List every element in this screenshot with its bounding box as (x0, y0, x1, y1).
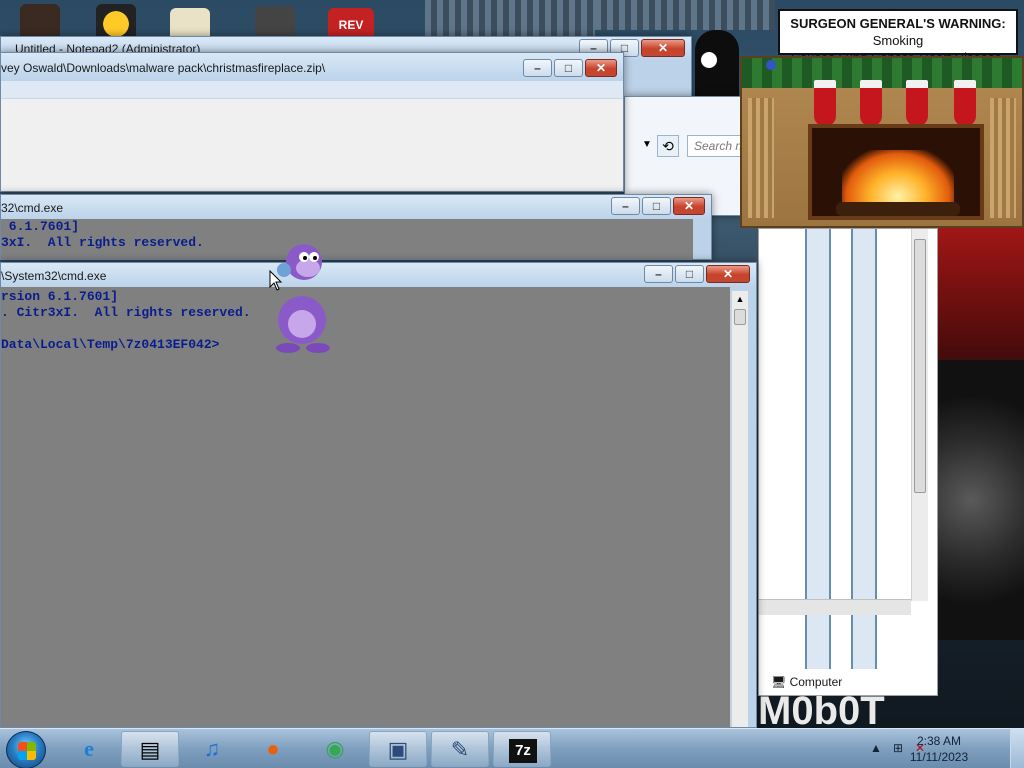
notepad-icon: ✎ (450, 737, 470, 762)
cmd-title: \System32\cmd.exe (1, 269, 107, 283)
penguin-figure (695, 30, 739, 100)
cmd-back-maximize-button[interactable]: □ (642, 197, 671, 215)
bonzi-muzzle (296, 259, 320, 277)
ornament-icon (766, 60, 776, 70)
tree-scrollbar[interactable] (911, 229, 928, 601)
cmd-line: rsion 6.1.7601] (1, 289, 119, 304)
clock-time: 2:38 AM (916, 734, 962, 748)
dropdown-arrow-icon[interactable]: ▼ (639, 135, 655, 155)
firefox-icon: ● (266, 736, 280, 761)
bonzi-belly (288, 310, 316, 338)
cmd-close-button[interactable]: ✕ (706, 265, 750, 283)
taskbar-chrome[interactable]: ◉ (306, 731, 364, 767)
show-desktop-button[interactable] (1010, 729, 1024, 768)
cmd-window-controls: – □ ✕ (644, 265, 750, 283)
stocking-icon (814, 80, 836, 126)
scroll-up-icon[interactable]: ▲ (732, 291, 748, 307)
taskbar-winrar[interactable]: ▤ (121, 731, 179, 767)
taskbar-7zip[interactable]: 7z (493, 731, 551, 767)
cmd-line (1, 321, 730, 337)
taskbar-internet-explorer[interactable]: e (60, 731, 118, 767)
explorer-window[interactable]: vey Oswald\Downloads\malware pack\christ… (0, 52, 624, 192)
cmd-back-close-button[interactable]: ✕ (673, 197, 705, 215)
start-button[interactable] (6, 731, 46, 768)
taskbar-notepad[interactable]: ✎ (431, 731, 489, 767)
fireplace-column (748, 98, 774, 218)
clock[interactable]: 2:38 AM 11/11/2023 (904, 733, 974, 765)
computer-label: Computer (789, 675, 843, 689)
cmd-maximize-button[interactable]: □ (675, 265, 704, 283)
speaker-image (936, 360, 1024, 640)
cmd-titlebar[interactable]: \System32\cmd.exe – □ ✕ (1, 263, 756, 287)
search-input[interactable]: Search n (687, 135, 747, 157)
fire-logs (836, 202, 960, 216)
bottom-right-text: M0b0T (758, 694, 885, 728)
christmas-fireplace-window[interactable] (740, 56, 1024, 228)
surgeon-general-warning: SURGEON GENERAL'S WARNING: Smoking Cause… (778, 9, 1018, 65)
cmd-back-line: 6.1.7601] (1, 219, 80, 234)
notepad-close-button[interactable]: ✕ (641, 39, 685, 57)
explorer-toolbar (1, 81, 623, 99)
cmd-back-line: 3xI. All rights reserved. (1, 235, 204, 250)
show-hidden-icons-icon[interactable]: ▲ (868, 741, 884, 757)
bonzi-pupil (313, 256, 317, 260)
folder-tree-panel[interactable]: 🖥 Computer (758, 228, 938, 696)
windows-logo-lower (18, 751, 36, 760)
warning-rest: Smoking (872, 33, 924, 48)
chrome-icon: ◉ (325, 736, 345, 761)
garland (742, 58, 1022, 88)
itunes-icon: ♫ (203, 736, 221, 761)
explorer-titlebar[interactable]: vey Oswald\Downloads\malware pack\christ… (1, 53, 623, 81)
cmd-window-back[interactable]: 32\cmd.exe – □ ✕ 6.1.7601] 3xI. All righ… (0, 194, 712, 260)
clock-date: 11/11/2023 (909, 750, 969, 764)
fireplace-hearth (808, 124, 984, 220)
stocking-icon (906, 80, 928, 126)
cmd-line: . Citr3xI. All rights reserved. (1, 305, 251, 320)
warning-line-1: SURGEON GENERAL'S WARNING: Smoking (780, 15, 1016, 49)
explorer-minimize-button[interactable]: – (523, 59, 552, 77)
refresh-icon[interactable]: ⟲ (657, 135, 679, 157)
tree-hscrollbar[interactable] (759, 599, 911, 615)
cmd-back-console[interactable]: 6.1.7601] 3xI. All rights reserved. (1, 219, 693, 259)
bonzi-foot (306, 343, 330, 353)
explorer-window-controls: – □ ✕ (523, 59, 617, 77)
cmd-back-title: 32\cmd.exe (1, 201, 64, 215)
fireplace-column (990, 98, 1016, 218)
internet-explorer-icon: e (84, 736, 94, 761)
cmd-back-titlebar[interactable]: 32\cmd.exe – □ ✕ (1, 195, 711, 219)
mouse-cursor-icon (269, 270, 283, 291)
taskbar-notepad2-program[interactable]: ▣ (369, 731, 427, 767)
cmd-console[interactable]: rsion 6.1.7601] . Citr3xI. All rights re… (1, 287, 730, 727)
explorer-path: vey Oswald\Downloads\malware pack\christ… (1, 61, 326, 75)
cmd-back-window-controls: – □ ✕ (611, 197, 705, 215)
cmd-minimize-button[interactable]: – (644, 265, 673, 283)
stocking-icon (860, 80, 882, 126)
taskbar-itunes[interactable]: ♫ (183, 731, 241, 767)
bonzibuddy-character[interactable] (258, 240, 346, 354)
bonzi-foot (276, 343, 300, 353)
winrar-icon: ▤ (139, 737, 161, 762)
fire-flame (842, 150, 954, 208)
cmd-prompt-line: Data\Local\Temp\7z0413EF042> (1, 337, 220, 352)
tree-scrollbar-thumb[interactable] (914, 239, 926, 493)
taskbar: e ▤ ♫ ● ◉ ▣ ✎ 7z ▲ ⊞ ✕ 2:38 AM 11/11/202… (0, 728, 1024, 768)
cmd-scrollbar-thumb[interactable] (734, 309, 746, 325)
stocking-icon (954, 80, 976, 126)
cmd-back-minimize-button[interactable]: – (611, 197, 640, 215)
computer-tree-item[interactable]: 🖥 Computer (771, 675, 842, 689)
7zip-icon: 7z (509, 739, 537, 763)
explorer-close-button[interactable]: ✕ (585, 59, 617, 77)
program-icon: ▣ (387, 737, 409, 762)
cmd-window[interactable]: \System32\cmd.exe – □ ✕ rsion 6.1.7601] … (0, 262, 757, 728)
warning-bold: SURGEON GENERAL'S WARNING: (790, 16, 1006, 31)
explorer-maximize-button[interactable]: □ (554, 59, 583, 77)
computer-icon: 🖥 (771, 675, 787, 689)
taskbar-firefox[interactable]: ● (244, 731, 302, 767)
bonzi-pupil (303, 256, 307, 260)
wallpaper-building (595, 0, 775, 30)
cmd-scrollbar[interactable]: ▲ (731, 291, 748, 727)
